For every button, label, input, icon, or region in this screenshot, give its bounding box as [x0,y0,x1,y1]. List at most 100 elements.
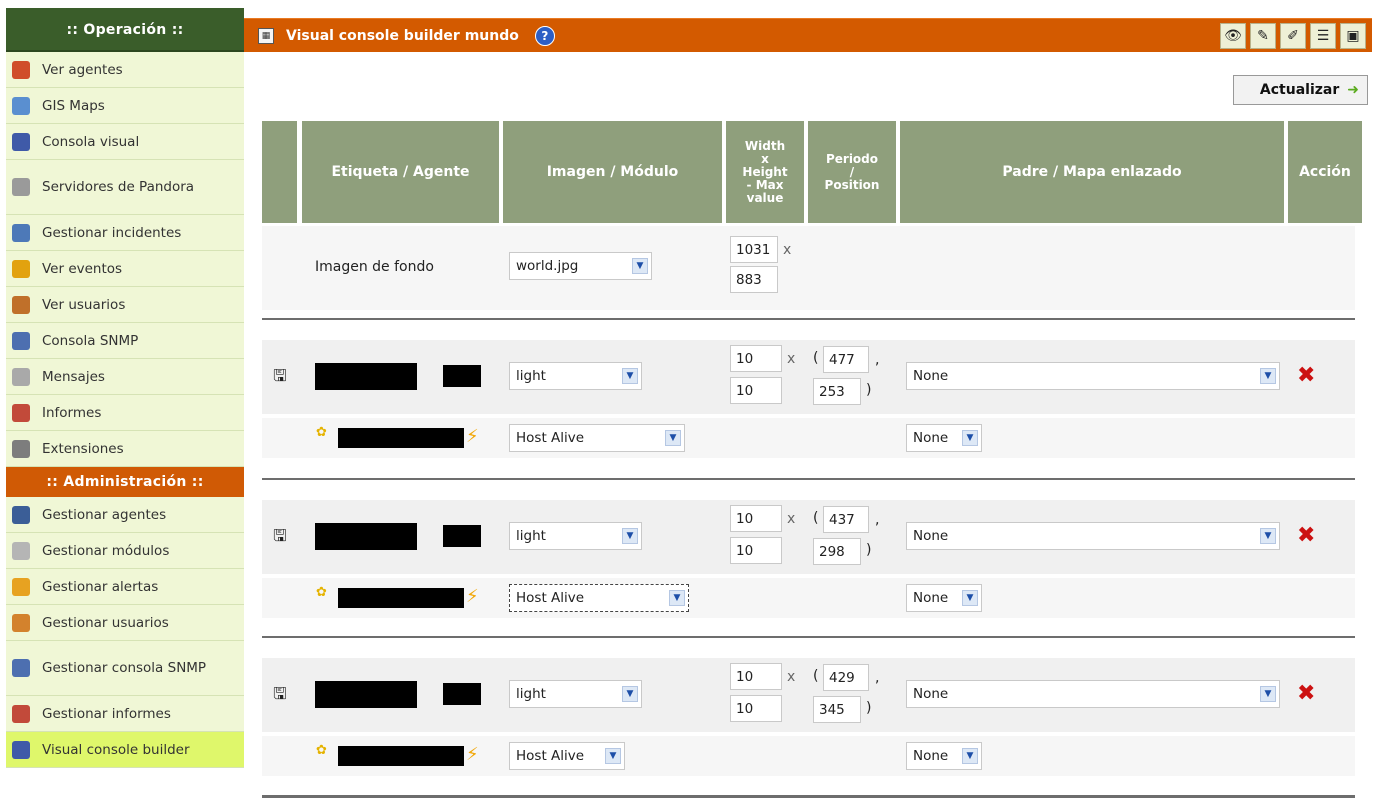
width-input[interactable]: 10 [730,505,782,532]
sidebar-item-label: Ver agentes [42,61,123,78]
module-select[interactable]: Host Alive ▼ [509,584,689,612]
module-select[interactable]: Host Alive ▼ [509,424,685,452]
sidebar-item[interactable]: Gestionar informes [6,696,244,732]
sidebar-item[interactable]: Ver agentes [6,52,244,88]
height-input[interactable]: 10 [730,537,782,564]
administration-menu-header: :: Administración :: [6,467,244,497]
header-toolbar: 👁 ✎ ✐ ☰ ▣ [1216,22,1366,49]
module-select[interactable]: Host Alive ▼ [509,742,625,770]
chevron-down-icon: ▼ [622,686,638,702]
sidebar-item-label: Ver eventos [42,260,123,277]
chevron-down-icon: ▼ [1260,686,1276,702]
sidebar-item[interactable]: Ver eventos [6,251,244,287]
sidebar-item-label: Gestionar informes [42,705,171,722]
sidebar-item[interactable]: Ver usuarios [6,287,244,323]
sidebar-item-label: Visual console builder [42,741,190,758]
chevron-down-icon: ▼ [962,430,978,446]
sidebar-item-label: Gestionar agentes [42,506,167,523]
paren-close: ) [866,542,872,558]
width-input[interactable]: 10 [730,663,782,690]
header-icon-column [262,121,297,223]
agent-icon: 🖫 [273,684,287,703]
parent-select[interactable]: None ▼ [906,522,1280,550]
background-image-value: world.jpg [516,258,579,274]
update-button[interactable]: Actualizar ➜ [1233,75,1368,105]
size-separator: x [783,242,792,258]
sidebar-item[interactable]: Extensiones [6,431,244,467]
sidebar-item[interactable]: Gestionar incidentes [6,215,244,251]
position-x-input[interactable]: 437 [823,506,869,533]
parent-select-value: None [913,528,949,544]
sidebar-item[interactable]: Gestionar agentes [6,497,244,533]
brush-icon[interactable]: ✎ [1250,22,1276,49]
image-select[interactable]: light ▼ [509,522,642,550]
parent-select[interactable]: None ▼ [906,362,1280,390]
width-input[interactable]: 10 [730,345,782,372]
sidebar-item[interactable]: Gestionar consola SNMP [6,641,244,696]
wizard-icon[interactable]: ✐ [1280,22,1306,49]
sidebar-item[interactable]: Visual console builder [6,732,244,768]
linked-map-select-value: None [913,748,949,764]
star-icon: ✿ [316,743,327,758]
agent-icon: 🖫 [273,526,287,545]
redacted-module-agent [338,428,464,448]
background-image-select[interactable]: world.jpg ▼ [509,252,652,280]
header-size: Width x Height - Max value [726,121,804,223]
position-y-input[interactable]: 298 [813,538,861,565]
position-x-input[interactable]: 429 [823,664,869,691]
star-icon: ✿ [316,425,327,440]
linked-map-select-value: None [913,430,949,446]
extensions-icon [12,439,30,458]
position-x-input[interactable]: 477 [823,346,869,373]
module-select-value: Host Alive [516,748,585,764]
sidebar-item-label: GIS Maps [42,97,105,114]
redacted-agent [443,525,481,547]
globe-icon [12,96,30,115]
position-y-input[interactable]: 345 [813,696,861,723]
linked-map-select[interactable]: None ▼ [906,584,982,612]
header-image-module: Imagen / Módulo [503,121,722,223]
sidebar-item[interactable]: Servidores de Pandora [6,160,244,215]
sidebar-item[interactable]: Gestionar usuarios [6,605,244,641]
position-y-input[interactable]: 253 [813,378,861,405]
parent-select[interactable]: None ▼ [906,680,1280,708]
linked-map-select[interactable]: None ▼ [906,742,982,770]
redacted-label [315,523,417,550]
comma: , [875,670,880,686]
sidebar-item[interactable]: GIS Maps [6,88,244,124]
background-height-input[interactable]: 883 [730,266,778,293]
delete-icon[interactable]: ✖ [1297,365,1315,387]
list-icon[interactable]: ☰ [1310,22,1336,49]
sidebar-item-label: Extensiones [42,440,124,457]
sidebar-item[interactable]: Consola SNMP [6,323,244,359]
builder-icon[interactable]: ▣ [1340,22,1366,49]
header-label-agent: Etiqueta / Agente [302,121,499,223]
sidebar-item[interactable]: Gestionar alertas [6,569,244,605]
header-size-line: - Max [746,177,784,192]
image-select-value: light [516,528,546,544]
image-select[interactable]: light ▼ [509,680,642,708]
sidebar-item[interactable]: Informes [6,395,244,431]
sidebar-item[interactable]: Mensajes [6,359,244,395]
height-input[interactable]: 10 [730,377,782,404]
image-select[interactable]: light ▼ [509,362,642,390]
module-select-value: Host Alive [516,590,585,606]
reports-icon [12,403,30,422]
paren-close: ) [866,382,872,398]
linked-map-select[interactable]: None ▼ [906,424,982,452]
delete-icon[interactable]: ✖ [1297,683,1315,705]
help-icon[interactable]: ? [534,25,555,46]
manage-snmp-icon [12,659,30,677]
bolt-icon: ⚡ [466,586,479,607]
sidebar-item[interactable]: Gestionar módulos [6,533,244,569]
header-action: Acción [1288,121,1362,223]
height-input[interactable]: 10 [730,695,782,722]
sidebar-item[interactable]: Consola visual [6,124,244,160]
chevron-down-icon: ▼ [632,258,648,274]
chevron-down-icon: ▼ [622,528,638,544]
background-width-input[interactable]: 1031 [730,236,778,263]
delete-icon[interactable]: ✖ [1297,525,1315,547]
size-separator: x [787,669,796,685]
bolt-icon: ⚡ [466,744,479,765]
view-icon[interactable]: 👁 [1220,22,1246,49]
